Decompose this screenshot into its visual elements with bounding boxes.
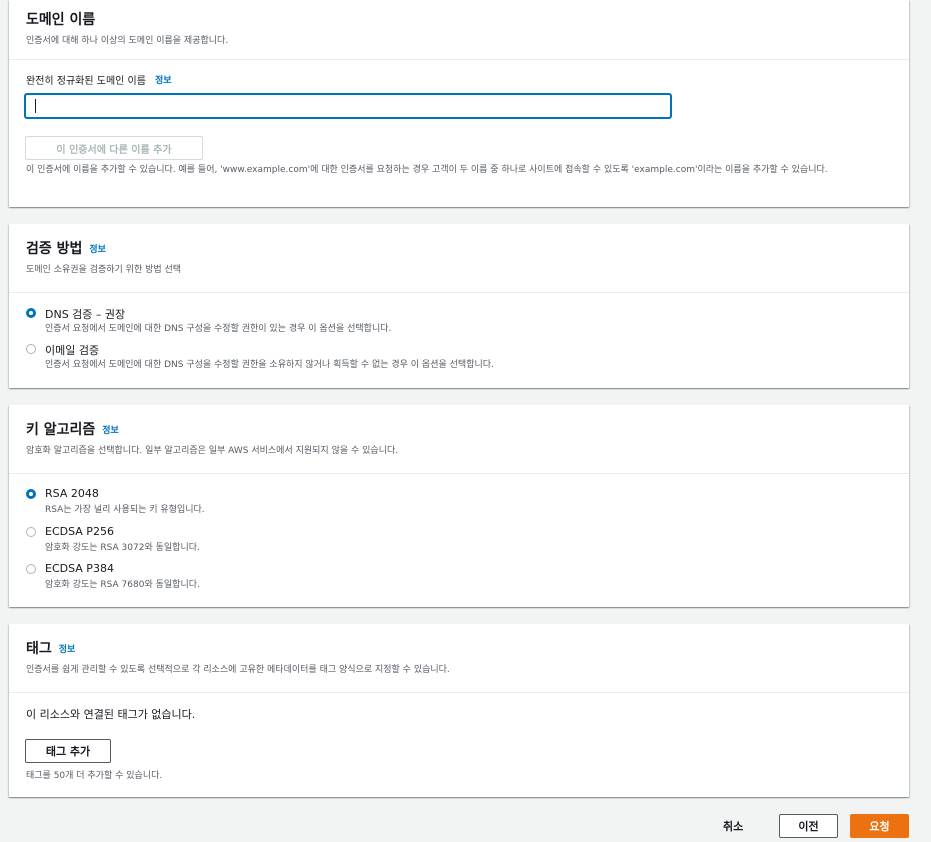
tag-panel-header: 태그 정보 인증서를 쉽게 관리할 수 있도록 선택적으로 각 리소스에 고유한 … bbox=[9, 624, 909, 693]
radio-rsa2048-selected[interactable] bbox=[26, 489, 36, 499]
ecdsa-p384-label: ECDSA P384 bbox=[45, 562, 114, 575]
cancel-button[interactable]: 취소 bbox=[719, 816, 747, 836]
tag-panel-description: 인증서를 쉽게 관리할 수 있도록 선택적으로 각 리소스에 고유한 메타데이터… bbox=[26, 665, 450, 675]
previous-button[interactable]: 이전 bbox=[779, 814, 838, 838]
email-option-description: 인증서 요청에서 도메인에 대한 DNS 구성을 수정할 권한을 소유하지 않거… bbox=[45, 360, 494, 370]
radio-dns-selected[interactable] bbox=[26, 308, 36, 318]
fqdn-info-link[interactable]: 정보 bbox=[155, 76, 172, 86]
add-another-name-button[interactable]: 이 인증서에 다른 이름 추가 bbox=[25, 136, 203, 160]
tag-limit-hint: 태그를 50개 더 추가할 수 있습니다. bbox=[26, 771, 163, 781]
tag-info-link[interactable]: 정보 bbox=[59, 645, 76, 655]
dns-option-label: DNS 검증 – 권장 bbox=[45, 308, 126, 321]
validation-panel-description: 도메인 소유권을 검증하기 위한 방법 선택 bbox=[26, 265, 182, 275]
fqdn-input[interactable] bbox=[25, 94, 671, 118]
validation-info-link[interactable]: 정보 bbox=[89, 245, 106, 255]
radio-email[interactable] bbox=[26, 344, 36, 354]
key-panel-title: 키 알고리즘 bbox=[26, 422, 96, 438]
domain-panel-description: 인증서에 대해 하나 이상의 도메인 이름을 제공합니다. bbox=[26, 36, 229, 46]
validation-panel-title: 검증 방법 bbox=[26, 241, 83, 257]
rsa2048-description: RSA는 가장 널리 사용되는 키 유형입니다. bbox=[45, 505, 205, 515]
request-button[interactable]: 요청 bbox=[850, 814, 909, 838]
ecdsa-p256-description: 암호화 강도는 RSA 3072와 동일합니다. bbox=[45, 543, 200, 553]
ecdsa-p256-label: ECDSA P256 bbox=[45, 525, 114, 538]
validation-panel-header: 검증 방법 정보 도메인 소유권을 검증하기 위한 방법 선택 bbox=[9, 224, 909, 293]
domain-names-panel: 도메인 이름 인증서에 대해 하나 이상의 도메인 이름을 제공합니다. 완전히… bbox=[9, 0, 909, 207]
email-option-label: 이메일 검증 bbox=[45, 344, 100, 357]
radio-ecdsa-p384[interactable] bbox=[26, 564, 36, 574]
key-panel-description: 암호화 알고리즘을 선택합니다. 일부 알고리즘은 일부 AWS 서비스에서 지… bbox=[26, 446, 399, 456]
validation-method-panel: 검증 방법 정보 도메인 소유권을 검증하기 위한 방법 선택 DNS 검증 – … bbox=[9, 224, 909, 388]
rsa2048-label: RSA 2048 bbox=[45, 487, 99, 500]
dns-option-description: 인증서 요청에서 도메인에 대한 DNS 구성을 수정할 권한이 있는 경우 이… bbox=[45, 324, 392, 334]
domain-add-hint: 이 인증서에 이름을 추가할 수 있습니다. 예를 들어, 'www.examp… bbox=[26, 165, 828, 175]
request-certificate-page: 도메인 이름 인증서에 대해 하나 이상의 도메인 이름을 제공합니다. 완전히… bbox=[0, 0, 931, 842]
domain-panel-title: 도메인 이름 bbox=[26, 12, 96, 28]
key-algorithm-panel: 키 알고리즘 정보 암호화 알고리즘을 선택합니다. 일부 알고리즘은 일부 AW… bbox=[9, 405, 909, 607]
text-caret bbox=[35, 99, 36, 113]
tag-panel-title: 태그 bbox=[26, 641, 52, 657]
tags-panel: 태그 정보 인증서를 쉽게 관리할 수 있도록 선택적으로 각 리소스에 고유한 … bbox=[9, 624, 909, 797]
fqdn-label-text: 완전히 정규화된 도메인 이름 bbox=[26, 76, 146, 87]
ecdsa-p384-description: 암호화 강도는 RSA 7680와 동일합니다. bbox=[45, 580, 200, 590]
key-info-link[interactable]: 정보 bbox=[102, 426, 119, 436]
key-panel-header: 키 알고리즘 정보 암호화 알고리즘을 선택합니다. 일부 알고리즘은 일부 AW… bbox=[9, 405, 909, 474]
domain-panel-header: 도메인 이름 인증서에 대해 하나 이상의 도메인 이름을 제공합니다. bbox=[9, 0, 909, 60]
radio-ecdsa-p256[interactable] bbox=[26, 527, 36, 537]
add-tag-button[interactable]: 태그 추가 bbox=[25, 739, 111, 763]
no-tags-text: 이 리소스와 연결된 태그가 없습니다. bbox=[26, 708, 196, 721]
fqdn-field-label: 완전히 정규화된 도메인 이름 정보 bbox=[26, 72, 172, 87]
